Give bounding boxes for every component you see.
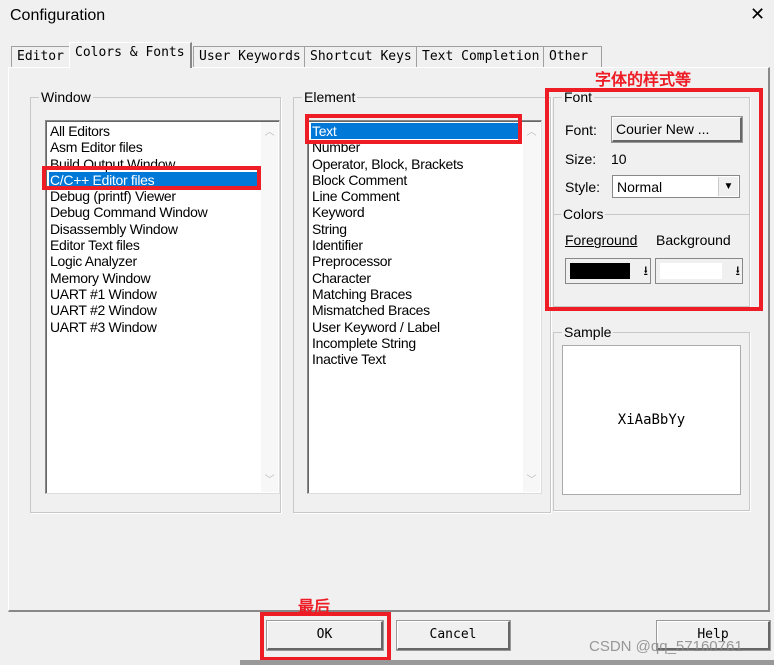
list-item[interactable]: Incomplete String	[311, 335, 538, 351]
list-item[interactable]: Memory Window	[49, 270, 276, 286]
highlight-box	[260, 612, 391, 661]
chevron-up-icon[interactable]: ︿	[523, 125, 540, 141]
list-item[interactable]: Identifier	[311, 237, 538, 253]
close-icon[interactable]: ✕	[750, 4, 765, 25]
scrollbar[interactable]: ︿ ﹀	[523, 122, 540, 492]
scrollbar[interactable]: ︿ ﹀	[261, 122, 278, 492]
list-item[interactable]: Line Comment	[311, 188, 538, 204]
sample-text: XiAaBbYy	[617, 412, 686, 428]
list-item[interactable]: Keyword	[311, 204, 538, 220]
list-item[interactable]: All Editors	[49, 123, 276, 139]
list-item[interactable]: Matching Braces	[311, 286, 538, 302]
chevron-down-icon[interactable]: ﹀	[523, 473, 540, 489]
tab-other[interactable]: Other	[543, 46, 602, 68]
list-item[interactable]: Inactive Text	[311, 351, 538, 367]
highlight-box	[545, 88, 763, 311]
window-group-label: Window	[39, 89, 93, 105]
tab-colors-fonts[interactable]: Colors & Fonts	[69, 42, 192, 68]
list-item[interactable]: Disassembly Window	[49, 221, 276, 237]
list-item[interactable]: User Keyword / Label	[311, 319, 538, 335]
cancel-button[interactable]: Cancel	[396, 620, 511, 651]
highlight-box	[42, 166, 261, 190]
list-item[interactable]: UART #1 Window	[49, 286, 276, 302]
list-item[interactable]: Asm Editor files	[49, 139, 276, 155]
sample-group-label: Sample	[562, 324, 614, 340]
list-item[interactable]: Character	[311, 270, 538, 286]
ok-annotation: 最后	[298, 599, 331, 616]
list-item[interactable]: Logic Analyzer	[49, 253, 276, 269]
tab-text-completion[interactable]: Text Completion	[416, 46, 546, 68]
sample-preview: XiAaBbYy	[562, 345, 741, 495]
watermark: CSDN @qq_57160761	[589, 638, 743, 655]
font-annotation: 字体的样式等	[595, 72, 692, 89]
list-item[interactable]: Debug Command Window	[49, 204, 276, 220]
bottom-edge	[240, 660, 774, 665]
list-item[interactable]: Block Comment	[311, 172, 538, 188]
list-item[interactable]: Preprocessor	[311, 253, 538, 269]
list-item[interactable]: Editor Text files	[49, 237, 276, 253]
chevron-up-icon[interactable]: ︿	[261, 125, 278, 141]
tab-shortcut-keys[interactable]: Shortcut Keys	[304, 46, 418, 68]
element-group-label: Element	[302, 89, 358, 105]
list-item[interactable]: UART #3 Window	[49, 319, 276, 335]
tab-editor[interactable]: Editor	[11, 46, 70, 68]
element-list[interactable]: Text Number Operator, Block, Brackets Bl…	[307, 120, 542, 494]
tab-user-keywords[interactable]: User Keywords	[193, 46, 307, 68]
list-item[interactable]: Debug (printf) Viewer	[49, 188, 276, 204]
window-title: Configuration	[10, 7, 106, 24]
list-item[interactable]: Mismatched Braces	[311, 302, 538, 318]
list-item[interactable]: String	[311, 221, 538, 237]
list-item[interactable]: UART #2 Window	[49, 302, 276, 318]
chevron-down-icon[interactable]: ﹀	[261, 473, 278, 489]
list-item[interactable]: Operator, Block, Brackets	[311, 156, 538, 172]
highlight-box	[305, 114, 522, 144]
